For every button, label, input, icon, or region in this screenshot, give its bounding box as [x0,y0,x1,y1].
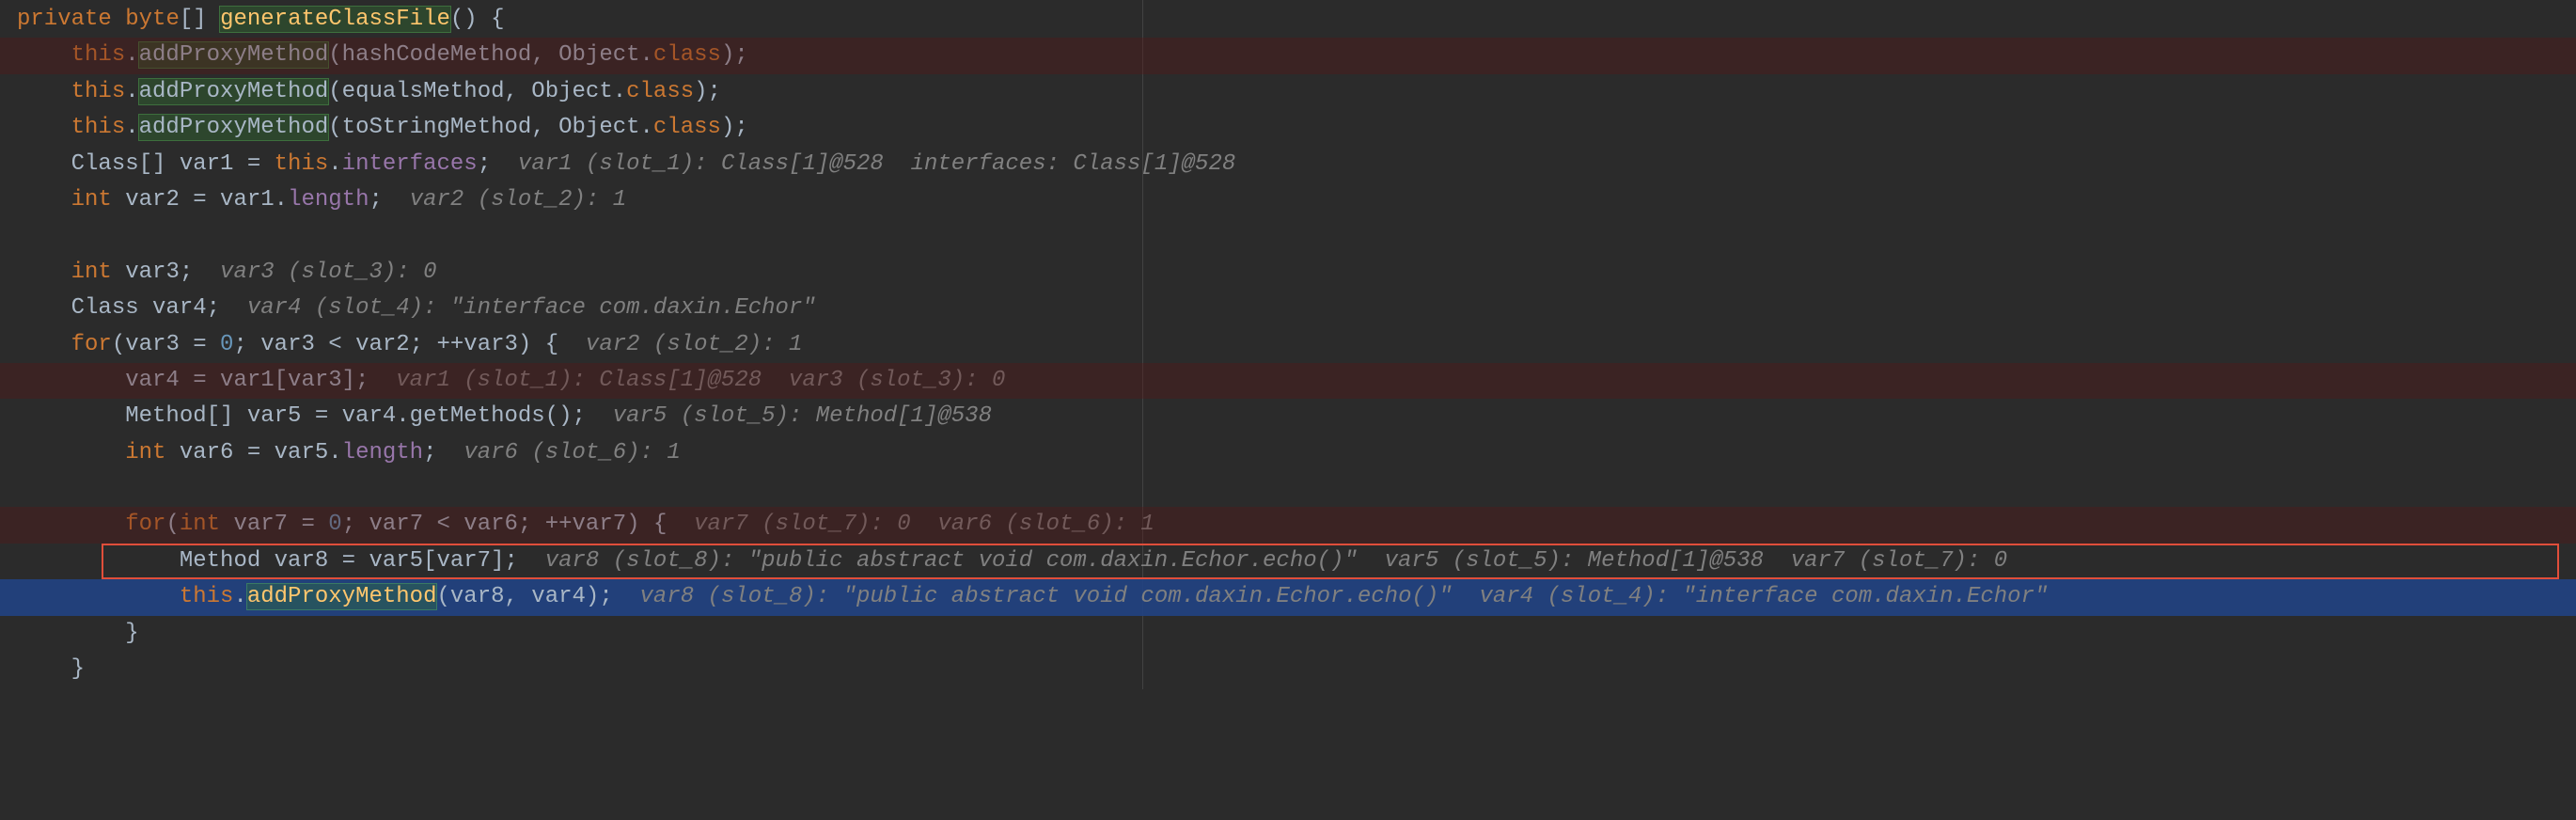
inline-debug-comment: var1 (slot_1): Class[1]@528 interfaces: … [518,151,1235,177]
inline-debug-comment: var3 (slot_3): 0 [220,260,436,285]
keyword-this: this [180,584,234,609]
code-line[interactable]: Class[] var1 = this.interfaces; var1 (sl… [0,147,2576,182]
code-line[interactable]: int var3; var3 (slot_3): 0 [0,255,2576,291]
inline-debug-comment: var7 (slot_7): 0 var6 (slot_6): 1 [694,512,1154,537]
number-literal: 0 [220,332,233,357]
field-ref: length [342,440,423,465]
field-ref: length [288,187,369,213]
code-line[interactable]: Method[] var5 = var4.getMethods(); var5 … [0,399,2576,434]
code-line[interactable]: for(var3 = 0; var3 < var2; ++var3) { var… [0,327,2576,363]
declaration: Class[] var1 = [71,151,275,177]
keyword-int: int [125,440,165,465]
code-line[interactable]: var4 = var1[var3]; var1 (slot_1): Class[… [0,363,2576,399]
keyword-class: class [653,42,721,68]
keyword-this: this [71,42,126,68]
code-line[interactable]: } [0,616,2576,652]
keyword-int: int [71,187,112,213]
method-call-highlight: addProxyMethod [139,115,329,140]
code-line[interactable]: } [0,652,2576,687]
breakpoint-line[interactable]: Method var8 = var5[var7]; var8 (slot_8):… [0,544,2576,579]
number-literal: 0 [328,512,341,537]
code-line[interactable] [0,471,2576,507]
code-line[interactable]: Class var4; var4 (slot_4): "interface co… [0,291,2576,326]
code-line[interactable]: this.addProxyMethod(equalsMethod, Object… [0,74,2576,110]
parens: () { [450,7,505,32]
declaration: Class var4; [71,295,247,321]
keyword-this: this [71,79,126,104]
declaration: Method[] var5 = var4.getMethods(); [125,403,612,429]
code-editor[interactable]: private byte[] generateClassFile() { thi… [0,0,2576,689]
execution-point-line[interactable]: this.addProxyMethod(var8, var4); var8 (s… [0,579,2576,615]
keyword-this: this [275,151,329,177]
keyword-int: int [180,512,220,537]
method-call-highlight: addProxyMethod [139,79,329,104]
keyword-for: for [125,512,165,537]
method-call-highlight: addProxyMethod [139,42,329,68]
keyword-for: for [71,332,112,357]
keyword-class: class [626,79,694,104]
keyword-this: this [71,115,126,140]
code-line[interactable] [0,218,2576,254]
inline-debug-comment: var1 (slot_1): Class[1]@528 var3 (slot_3… [396,368,1005,393]
code-line[interactable]: this.addProxyMethod(toStringMethod, Obje… [0,110,2576,146]
keyword-class: class [653,115,721,140]
code-line[interactable]: this.addProxyMethod(hashCodeMethod, Obje… [0,38,2576,73]
keyword-int: int [71,260,112,285]
code-line[interactable]: private byte[] generateClassFile() { [0,2,2576,38]
brackets: [] [180,7,220,32]
keyword-private: private [17,7,112,32]
code-line[interactable]: int var2 = var1.length; var2 (slot_2): 1 [0,182,2576,218]
inline-debug-comment: var2 (slot_2): 1 [586,332,802,357]
code-line[interactable]: for(int var7 = 0; var7 < var6; ++var7) {… [0,507,2576,543]
inline-debug-comment: var2 (slot_2): 1 [410,187,626,213]
inline-debug-comment: var8 (slot_8): "public abstract void com… [640,584,2049,609]
method-call-highlight: addProxyMethod [247,584,437,609]
inline-debug-comment: var8 (slot_8): "public abstract void com… [545,548,2007,574]
keyword-byte: byte [125,7,180,32]
inline-debug-comment: var5 (slot_5): Method[1]@538 [613,403,992,429]
inline-debug-comment: var4 (slot_4): "interface com.daxin.Echo… [247,295,816,321]
inline-debug-comment: var6 (slot_6): 1 [463,440,680,465]
method-name-highlight: generateClassFile [220,7,450,32]
code-line[interactable]: int var6 = var5.length; var6 (slot_6): 1 [0,435,2576,471]
field-ref: interfaces [342,151,478,177]
